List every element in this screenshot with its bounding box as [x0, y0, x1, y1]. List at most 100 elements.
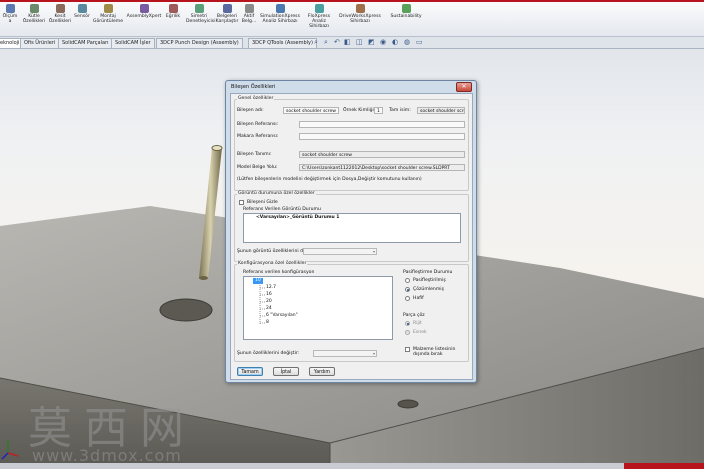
- edit-appearance-icon[interactable]: ◐: [392, 39, 399, 46]
- rigid-radio[interactable]: [405, 321, 410, 326]
- ribbon-button-6[interactable]: Eğrilik: [162, 4, 184, 19]
- scene-icon[interactable]: ◍: [404, 39, 411, 46]
- dialog-title: Bileşen Özellikleri: [231, 84, 276, 90]
- ribbon-button-1[interactable]: Kütle Özellikleri: [22, 4, 46, 24]
- ribbon-button-3[interactable]: Sensör: [72, 4, 92, 19]
- hide-component-checkbox[interactable]: [239, 200, 244, 205]
- ribbon-button-12[interactable]: DriveWorksXpress Sihirbazı: [336, 4, 384, 24]
- component-description-label: Bileşen Tanımı:: [237, 152, 272, 157]
- change-display-combo[interactable]: ▾: [303, 248, 377, 255]
- zoom-fit-icon[interactable]: ⌕: [314, 39, 321, 46]
- config-item[interactable]: 24: [266, 306, 272, 312]
- compare-icon: [222, 4, 232, 13]
- component-name-label: Bileşen adı:: [237, 108, 264, 113]
- reel-reference-field[interactable]: [299, 133, 465, 140]
- flexible-radio[interactable]: [405, 330, 410, 335]
- view-settings-icon[interactable]: ▭: [416, 39, 423, 46]
- lightweight-label: Hafif: [413, 296, 424, 301]
- resolved-label: Çözümlenmiş: [413, 287, 444, 292]
- sustainability-icon: [401, 4, 411, 13]
- config-item[interactable]: 16: [266, 292, 272, 298]
- ribbon-button-9[interactable]: Aktif Belg...: [240, 4, 258, 24]
- change-config-combo[interactable]: ▾: [313, 350, 377, 357]
- full-name-field: socket shoulder scre: [417, 107, 465, 114]
- hide-show-icon[interactable]: ◉: [380, 39, 387, 46]
- referenced-display-state-label: Referans Verilen Görüntü Durumu: [243, 207, 321, 212]
- ribbon-label: Eğrilik: [165, 14, 181, 19]
- component-name-field[interactable]: socket shoulder screw: [283, 107, 339, 114]
- ribbon-label: AssemblyXpert: [126, 14, 162, 19]
- change-config-label: Şunun özelliklerini değiştir:: [237, 351, 300, 356]
- resolved-radio[interactable]: [405, 287, 410, 292]
- ok-button[interactable]: Tamam: [237, 367, 263, 376]
- config-item[interactable]: 8: [266, 320, 269, 326]
- suppressed-label: Pasifleştirilmiş: [413, 278, 446, 283]
- ribbon-label-2: Analiz Sihirbazı: [309, 19, 329, 29]
- config-item[interactable]: 6 "Varsayılan": [266, 313, 298, 319]
- reel-reference-label: Makara Referansı:: [237, 134, 279, 139]
- small-hole: [397, 399, 419, 409]
- ribbon-label-2: Analiz Sihirbazı: [262, 19, 298, 24]
- help-button[interactable]: Yardım: [309, 367, 335, 376]
- tab-punch-design[interactable]: 3DCP Punch Design (Assembly): [156, 38, 243, 48]
- previous-view-icon[interactable]: ↶: [334, 39, 341, 46]
- ribbon-button-2[interactable]: Kesit Özellikleri: [48, 4, 72, 24]
- solve-as-title: Parça çöz: [403, 313, 425, 318]
- ribbon-button-10[interactable]: SimulationXpress Analiz Sihirbazı: [258, 4, 302, 24]
- full-name-label: Tam isim:: [389, 108, 411, 113]
- component-reference-field[interactable]: [299, 121, 465, 128]
- section-icon: [55, 4, 65, 13]
- ribbon-label-2: Özellikleri: [48, 19, 72, 24]
- instance-id-label: Örnek Kimliği:: [343, 108, 376, 113]
- symmetry-icon: [194, 4, 204, 13]
- section-view-icon[interactable]: ◧: [344, 39, 351, 46]
- ribbon-label-2: Belg...: [241, 19, 257, 24]
- display-style-icon[interactable]: ◩: [368, 39, 375, 46]
- ribbon-button-11[interactable]: FloXpress Analiz Sihirbazı: [304, 4, 334, 29]
- mass-icon: [29, 4, 39, 13]
- ribbon-label-2: Sihirbazı: [350, 19, 370, 24]
- tab-office-products[interactable]: Ofis Ürünleri: [20, 38, 60, 48]
- ribbon-button-13[interactable]: Sustainability: [386, 4, 426, 19]
- ribbon-label: Sensör: [74, 14, 90, 19]
- tab-qtools[interactable]: 3DCP QTools (Assembly): [248, 38, 317, 48]
- ribbon-label-2: a: [8, 19, 12, 24]
- ribbon-label-2: Karşılaştır: [215, 19, 239, 24]
- suppressed-radio[interactable]: [405, 278, 410, 283]
- ribbon-button-0[interactable]: Ölçüm a: [0, 4, 20, 24]
- ribbon-button-7[interactable]: Simetri Denetleyicisi: [186, 4, 216, 24]
- view-orientation-icon[interactable]: ◫: [356, 39, 363, 46]
- ribbon-label: Sustainability: [390, 14, 422, 19]
- simulationxpress-icon: [275, 4, 285, 13]
- configuration-list[interactable]: 10 12.7 16 20 24 6 "Varsayılan" 8: [243, 276, 393, 340]
- ribbon-button-4[interactable]: Montaj Görüntüleme: [92, 4, 124, 24]
- tab-solidcam-ops[interactable]: SolidCAM İşler: [111, 38, 155, 48]
- flexible-label: Esnek: [413, 330, 427, 335]
- suppression-state-title: Pasifleştirme Durumu: [403, 270, 453, 275]
- ribbon-label-2: Denetleyicisi: [186, 19, 216, 24]
- display-state-list[interactable]: <Varsayılan>_Görüntü Durumu 1: [243, 213, 461, 243]
- display-state-item[interactable]: <Varsayılan>_Görüntü Durumu 1: [256, 215, 339, 221]
- ribbon-button-8[interactable]: Belgeleri Karşılaştır: [214, 4, 240, 24]
- tab-solidcam-parts[interactable]: SolidCAM Parçaları: [58, 38, 113, 48]
- config-item[interactable]: 20: [266, 299, 272, 305]
- zoom-area-icon[interactable]: ⌕: [324, 39, 331, 46]
- instance-id-field[interactable]: 1: [374, 107, 383, 114]
- assembly-view-icon: [103, 4, 113, 13]
- tree-lines: [259, 281, 265, 324]
- component-reference-label: Bileşen Referansı:: [237, 122, 279, 127]
- cancel-button[interactable]: İptal: [273, 367, 299, 376]
- referenced-config-label: Referans verilen konfigürasyon: [243, 270, 315, 275]
- configuration-title: Konfigürasyona özel özellikler: [237, 261, 308, 266]
- ruler-icon: [5, 4, 15, 13]
- display-state-title: Görüntü durumuna özel özellikler: [237, 191, 316, 196]
- lightweight-radio[interactable]: [405, 296, 410, 301]
- ribbon-label-2: Görüntüleme: [92, 19, 124, 24]
- exclude-bom-checkbox[interactable]: [405, 347, 410, 352]
- hide-component-label: Bileşeni Gizle: [247, 200, 278, 205]
- dialog-body: Genel özellikler Bileşen adı: socket sho…: [230, 93, 473, 380]
- close-button[interactable]: ✕: [456, 82, 472, 92]
- ribbon-button-5[interactable]: AssemblyXpert: [126, 4, 162, 19]
- config-item[interactable]: 12.7: [266, 285, 276, 291]
- rigid-label: Rijit: [413, 321, 422, 326]
